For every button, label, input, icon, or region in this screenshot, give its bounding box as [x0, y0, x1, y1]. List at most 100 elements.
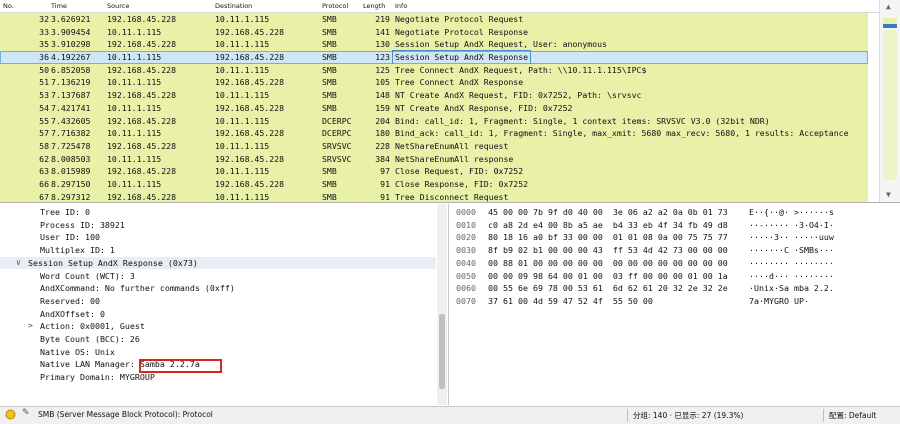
- status-packets-count: 分组: 140 · 已显示: 27 (19.3%): [633, 411, 744, 420]
- packet-row[interactable]: 57 7.716382 10.11.1.115 192.168.45.228 DCERP…: [0, 127, 868, 140]
- column-header-info[interactable]: Info: [395, 2, 407, 10]
- packet-row[interactable]: 51 7.136219 10.11.1.115 192.168.45.228 SMB 10…: [0, 76, 868, 90]
- packet-row[interactable]: 33 3.909454 10.11.1.115 192.168.45.228 SMB 14…: [0, 25, 868, 39]
- bytes-ascii[interactable]: E··{··@· >······s: [749, 206, 834, 219]
- detail-line[interactable]: Tree ID: 0: [0, 206, 436, 219]
- packet-row[interactable]: 36 4.192267 10.11.1.115 192.168.45.228 SMB 12…: [0, 50, 868, 65]
- packet-cell-dst: 192.168.45.228: [215, 128, 285, 139]
- packet-list-pane[interactable]: No. Time Source Destination Protocol Len…: [0, 0, 900, 203]
- packet-cell-no: 58: [39, 140, 49, 151]
- packet-cell-src: 192.168.45.228: [107, 166, 177, 177]
- bytes-hex[interactable]: 00 55 6e 69 78 00 53 61 6d 62 61 20 32 2…: [488, 282, 728, 295]
- detail-line[interactable]: AndXOffset: 0: [0, 308, 436, 321]
- packet-details-pane[interactable]: Tree ID: 0 Process ID: 38921 User ID: 100 M…: [0, 204, 449, 405]
- bytes-offset[interactable]: 0030: [456, 244, 476, 257]
- packet-cell-info: Bind_ack: call_id: 1, Fragment: Single, …: [395, 128, 849, 139]
- packet-cell-len: 148: [375, 90, 390, 101]
- packet-cell-len: 123: [375, 52, 390, 63]
- packet-cell-info: Tree Disconnect Request: [395, 191, 509, 202]
- packet-cell-src: 10.11.1.115: [107, 178, 162, 189]
- packet-list-scrollbar[interactable]: ▲ ▼: [879, 0, 900, 202]
- edit-capture-comment-icon[interactable]: ✎: [22, 408, 30, 418]
- detail-line[interactable]: Byte Count (BCC): 26: [0, 333, 436, 346]
- bytes-hex[interactable]: 37 61 00 4d 59 47 52 4f 55 50 00: [488, 295, 653, 308]
- packet-cell-proto: DCERPC: [322, 128, 352, 139]
- packet-row[interactable]: 35 3.910298 192.168.45.228 10.11.1.115 SMB 13…: [0, 38, 868, 52]
- packet-row[interactable]: 50 6.852058 192.168.45.228 10.11.1.115 SMB 12…: [0, 63, 868, 77]
- packet-row[interactable]: 32 3.626921 192.168.45.228 10.11.1.115 SMB 21…: [0, 13, 868, 26]
- detail-text: Process ID: 38921: [40, 219, 125, 230]
- packet-cell-dst: 10.11.1.115: [215, 140, 270, 151]
- bytes-ascii[interactable]: ·····3·· ·····uuw: [749, 231, 834, 244]
- packet-row[interactable]: 62 8.008503 10.11.1.115 192.168.45.228 SRVSV…: [0, 152, 868, 166]
- bytes-ascii[interactable]: ····d··· ········: [749, 270, 834, 283]
- bytes-ascii[interactable]: 7a·MYGRO UP·: [749, 295, 809, 308]
- packet-cell-proto: SMB: [322, 64, 337, 75]
- scroll-up-icon[interactable]: ▲: [886, 2, 891, 11]
- expert-info-icon[interactable]: [5, 409, 16, 422]
- bytes-hex[interactable]: 00 88 01 00 00 00 00 00 00 00 00 00 00 0…: [488, 257, 728, 270]
- detail-line[interactable]: > Action: 0x0001, Guest: [0, 320, 436, 333]
- bytes-hex[interactable]: 45 00 00 7b 9f d0 40 00 3e 06 a2 a2 0a 0…: [488, 206, 728, 219]
- collapse-arrow-icon[interactable]: ∨: [16, 257, 21, 270]
- packet-cell-dst: 10.11.1.115: [215, 115, 270, 126]
- bytes-ascii[interactable]: ········ ········: [749, 257, 834, 270]
- bytes-offset[interactable]: 0010: [456, 219, 476, 232]
- bytes-hex[interactable]: 80 18 16 a0 bf 33 00 00 01 01 08 0a 00 7…: [488, 231, 728, 244]
- packet-row[interactable]: 66 8.297150 10.11.1.115 192.168.45.228 SMB 91…: [0, 177, 868, 191]
- packet-row[interactable]: 54 7.421741 10.11.1.115 192.168.45.228 SMB 15…: [0, 101, 868, 115]
- bytes-offset[interactable]: 0060: [456, 282, 476, 295]
- detail-line[interactable]: Word Count (WCT): 3: [0, 270, 436, 283]
- column-header-time[interactable]: Time: [51, 2, 67, 10]
- detail-text: Byte Count (BCC): 26: [40, 334, 140, 344]
- bytes-offset[interactable]: 0050: [456, 270, 476, 283]
- packet-cell-proto: SMB: [322, 90, 337, 101]
- packet-cell-no: 35: [39, 39, 49, 50]
- column-header-source[interactable]: Source: [107, 2, 129, 10]
- detail-line[interactable]: Reserved: 00: [0, 295, 436, 308]
- minimap-segment: [883, 30, 897, 180]
- bytes-hex[interactable]: 8f b9 02 b1 00 00 00 43 ff 53 4d 42 73 0…: [488, 244, 728, 257]
- packet-cell-src: 192.168.45.228: [107, 39, 177, 50]
- packet-row[interactable]: 53 7.137687 192.168.45.228 10.11.1.115 SMB 14…: [0, 89, 868, 102]
- bytes-offset[interactable]: 0070: [456, 295, 476, 308]
- status-profile[interactable]: 配置: Default: [829, 410, 876, 421]
- bytes-ascii[interactable]: ··-····· ·3·O4·I·: [749, 219, 834, 232]
- detail-line[interactable]: ∨ Session Setup AndX Response (0x73): [0, 256, 436, 270]
- bytes-hex[interactable]: c0 a8 2d e4 00 8b a5 ae b4 33 eb 4f 34 f…: [488, 219, 728, 232]
- bytes-hex[interactable]: 00 00 09 98 64 00 01 00 03 ff 00 00 00 0…: [488, 270, 728, 283]
- packet-cell-len: 130: [375, 39, 390, 50]
- details-scroll-thumb[interactable]: [439, 314, 445, 389]
- expand-arrow-icon[interactable]: >: [28, 320, 33, 333]
- packet-list-header: No. Time Source Destination Protocol Len…: [0, 0, 880, 13]
- detail-line[interactable]: Multiplex ID: 1: [0, 244, 436, 257]
- bytes-offset[interactable]: 0000: [456, 206, 476, 219]
- packet-cell-info: NT Create AndX Response, FID: 0x7252: [395, 102, 573, 113]
- status-divider: [823, 409, 824, 422]
- packet-cell-dst: 192.168.45.228: [215, 102, 285, 113]
- bytes-offset[interactable]: 0020: [456, 231, 476, 244]
- bytes-ascii[interactable]: ·Unix·Sa mba 2.2.: [749, 282, 834, 295]
- detail-line[interactable]: User ID: 100: [0, 231, 436, 244]
- detail-line[interactable]: AndXCommand: No further commands (0xff): [0, 282, 436, 295]
- packet-row[interactable]: 55 7.432605 192.168.45.228 10.11.1.115 DCERP…: [0, 114, 868, 128]
- column-header-destination[interactable]: Destination: [215, 2, 252, 10]
- packet-cell-info: NetShareEnumAll request: [395, 140, 509, 151]
- bytes-ascii[interactable]: ·······C ·SMBs···: [749, 244, 834, 257]
- scroll-down-icon[interactable]: ▼: [886, 190, 891, 199]
- column-header-protocol[interactable]: Protocol: [322, 2, 348, 10]
- packet-row[interactable]: 63 8.015989 192.168.45.228 10.11.1.115 SMB 97…: [0, 165, 868, 178]
- detail-line[interactable]: Native OS: Unix: [0, 346, 436, 359]
- packet-row[interactable]: 67 8.297312 192.168.45.228 10.11.1.115 SMB 91…: [0, 190, 868, 202]
- packet-cell-no: 62: [39, 153, 49, 164]
- annotation-highlight-box: [139, 359, 222, 373]
- details-scrollbar[interactable]: [437, 204, 447, 405]
- packet-cell-len: 91: [380, 178, 390, 189]
- packet-bytes-pane[interactable]: 0000 45 00 00 7b 9f d0 40 00 3e 06 a2 a2 …: [452, 204, 900, 405]
- packet-cell-no: 55: [39, 115, 49, 126]
- column-header-no[interactable]: No.: [3, 2, 14, 10]
- column-header-length[interactable]: Length: [363, 2, 385, 10]
- bytes-offset[interactable]: 0040: [456, 257, 476, 270]
- packet-row[interactable]: 58 7.725478 192.168.45.228 10.11.1.115 SRVSV…: [0, 139, 868, 153]
- detail-line[interactable]: Process ID: 38921: [0, 219, 436, 232]
